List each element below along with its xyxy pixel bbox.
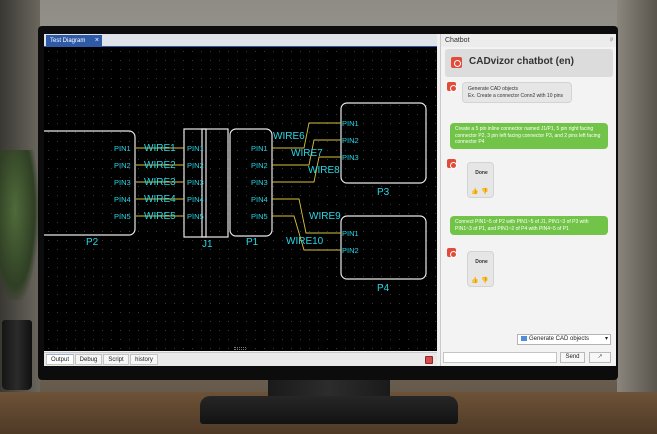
attach-icon[interactable]: ↗ [589,352,611,363]
p4-pin-label: PIN1 [342,229,359,238]
chatbot-pane-title-text: Chatbot [445,37,470,44]
panel-resize-grip[interactable] [234,347,246,350]
send-button[interactable]: Send [560,352,585,363]
p3-pin-label: PIN2 [342,136,359,145]
chatbot-title: CADvizor chatbot (en) [469,56,574,67]
thumbs-up-icon[interactable]: 👍 [471,277,478,284]
wire-7-label: WIRE7 [291,148,323,159]
bot-avatar-icon [447,159,457,169]
wire-1-label: WIRE1 [144,143,176,154]
p3-pin-label: PIN3 [342,153,359,162]
mode-select-icon [521,335,527,341]
p1-pin-label: PIN3 [251,178,268,187]
document-tab[interactable]: Test Diagram × [46,35,102,47]
mode-select-value: Generate CAD objects [529,336,590,342]
done-label: Done [475,259,488,265]
mode-select[interactable]: Generate CAD objects ▾ [517,334,611,345]
connector-p1-name: P1 [246,237,259,248]
thumbs-up-icon[interactable]: 👍 [471,188,478,195]
tab-output[interactable]: Output [46,354,74,365]
output-clear-icon[interactable] [425,356,433,364]
document-tab-strip: Test Diagram × [44,34,437,47]
chat-message-bot-done: Done 👍 👎 [467,251,494,287]
chat-message-bot-done: Done 👍 👎 [467,162,494,198]
output-tab-strip: Output Debug Script history [44,352,437,366]
p2-pin-label: PIN1 [114,144,131,153]
p2-pin-label: PIN3 [114,178,131,187]
connector-j1-name: J1 [202,239,213,250]
chatbot-pane-title: Chatbot ᵖ [441,34,616,47]
p3-pin-label: PIN1 [342,119,359,128]
wire-10-label: WIRE10 [286,236,324,247]
bot-avatar-icon [447,82,457,92]
wire-9-label: WIRE9 [309,211,341,222]
j1-left-pin-label: PIN5 [187,212,204,221]
bot-avatar-icon [447,248,457,258]
diagram-editor: Test Diagram × PIN1 PIN2 PIN3 PIN4 PIN5 … [44,34,437,366]
wire-6-label: WIRE6 [273,131,305,142]
pen-holder [2,320,32,390]
wire-4-label: WIRE4 [144,194,176,205]
p4-pin-label: PIN2 [342,246,359,255]
thumbs-down-icon[interactable]: 👎 [481,188,488,195]
wire-8-label: WIRE8 [308,165,340,176]
chat-message-user: Create a 5 pin inline connector named J1… [450,123,608,149]
screen: Test Diagram × PIN1 PIN2 PIN3 PIN4 PIN5 … [44,34,616,366]
document-tab-title: Test Diagram [50,38,86,44]
chat-message-bot: Generate CAD objects Ex. Create a connec… [462,82,572,103]
j1-left-pin-label: PIN2 [187,161,204,170]
wire-3-label: WIRE3 [144,177,176,188]
j1-left-pin-label: PIN1 [187,144,204,153]
close-icon[interactable]: × [95,35,99,47]
j1-left-pin-label: PIN3 [187,178,204,187]
chevron-down-icon: ▾ [604,336,608,342]
p1-pin-label: PIN1 [251,144,268,153]
wire-5-label: WIRE5 [144,211,176,222]
p1-pin-label: PIN5 [251,212,268,221]
p2-pin-label: PIN5 [114,212,131,221]
cadvizor-logo-icon [451,57,462,68]
tab-debug[interactable]: Debug [75,354,102,365]
connector-p3-name: P3 [377,187,390,198]
background-wall [617,0,657,434]
p2-pin-label: PIN2 [114,161,131,170]
thumbs-down-icon[interactable]: 👎 [481,277,488,284]
tab-script[interactable]: Script [103,354,129,365]
tab-history[interactable]: history [130,354,158,365]
diagram-svg[interactable]: PIN1 PIN2 PIN3 PIN4 PIN5 PIN1 PIN2 PIN3 PIN4 PIN5… [44,47,437,351]
chatbot-header: CADvizor chatbot (en) [445,49,613,77]
connector-p2-name: P2 [86,237,99,248]
wire-2-label: WIRE2 [144,160,176,171]
monitor-stand-base [200,396,458,424]
chat-input[interactable] [443,352,557,363]
p2-pin-label: PIN4 [114,195,131,204]
p1-pin-label: PIN2 [251,161,268,170]
connector-p4-name: P4 [377,283,390,294]
chat-message-user: Connect PIN1~5 of P2 with PIN1~5 of J1, … [450,216,608,235]
background-plant [0,150,38,300]
pin-icon[interactable]: ᵖ [610,34,613,47]
p1-pin-label: PIN4 [251,195,268,204]
j1-left-pin-label: PIN4 [187,195,204,204]
diagram-canvas[interactable]: PIN1 PIN2 PIN3 PIN4 PIN5 PIN1 PIN2 PIN3 PIN4 PIN5… [44,47,437,351]
monitor-stand-neck [268,380,390,396]
done-label: Done [475,170,488,176]
chatbot-pane: Chatbot ᵖ CADvizor chatbot (en) Generate… [440,34,616,366]
